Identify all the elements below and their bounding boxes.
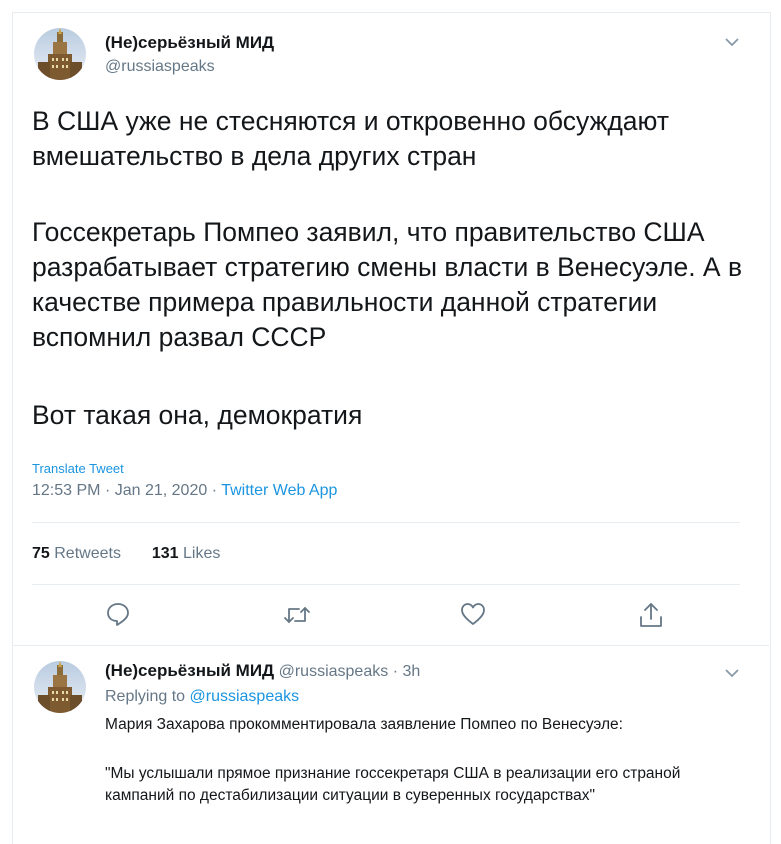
divider	[32, 522, 740, 523]
like-icon[interactable]	[460, 602, 486, 628]
replying-to: Replying to @russiaspeaks	[105, 688, 300, 705]
retweets-stat[interactable]: 75 Retweets	[32, 545, 121, 562]
reply-header: (Не)серьёзный МИД @russiaspeaks · 3h	[105, 661, 421, 680]
tweet-source[interactable]: Twitter Web App	[221, 482, 337, 499]
likes-stat[interactable]: 131 Likes	[152, 545, 221, 562]
replying-to-handle[interactable]: @russiaspeaks	[190, 688, 300, 705]
reply-author-handle[interactable]: @russiaspeaks	[279, 663, 389, 680]
translate-tweet-link[interactable]: Translate Tweet	[32, 461, 124, 476]
tweet-stats: 75 Retweets 131 Likes	[32, 545, 220, 563]
chevron-down-icon[interactable]	[722, 32, 742, 52]
tweet-metadata: 12:53 PM · Jan 21, 2020 · Twitter Web Ap…	[32, 482, 338, 499]
tweet-time[interactable]: 12:53 PM	[32, 482, 100, 499]
retweet-icon[interactable]	[283, 603, 310, 629]
tweet-date[interactable]: Jan 21, 2020	[115, 482, 208, 499]
author-handle[interactable]: @russiaspeaks	[105, 58, 215, 76]
reply-author-name[interactable]: (Не)серьёзный МИД	[105, 661, 274, 680]
divider	[32, 584, 740, 585]
reply-text-paragraph-2: "Мы услышали прямое признание госсекрета…	[105, 765, 681, 804]
share-icon[interactable]	[638, 601, 664, 627]
reply-author-avatar[interactable]	[34, 661, 86, 713]
divider	[13, 645, 769, 646]
tweet-text-paragraph-2: Госсекретарь Помпео заявил, что правител…	[32, 217, 743, 352]
tweet-text-paragraph-3: Вот такая она, демократия	[32, 400, 363, 430]
author-avatar[interactable]	[34, 28, 86, 80]
tweet-text-paragraph-1: В США уже не стесняются и откровенно обс…	[32, 106, 669, 171]
reply-text-paragraph-1: Мария Захарова прокомментировала заявлен…	[105, 716, 623, 733]
reply-timestamp[interactable]: 3h	[402, 663, 420, 680]
chevron-down-icon[interactable]	[722, 663, 742, 683]
reply-icon[interactable]	[105, 601, 131, 627]
author-name[interactable]: (Не)серьёзный МИД	[105, 33, 274, 53]
